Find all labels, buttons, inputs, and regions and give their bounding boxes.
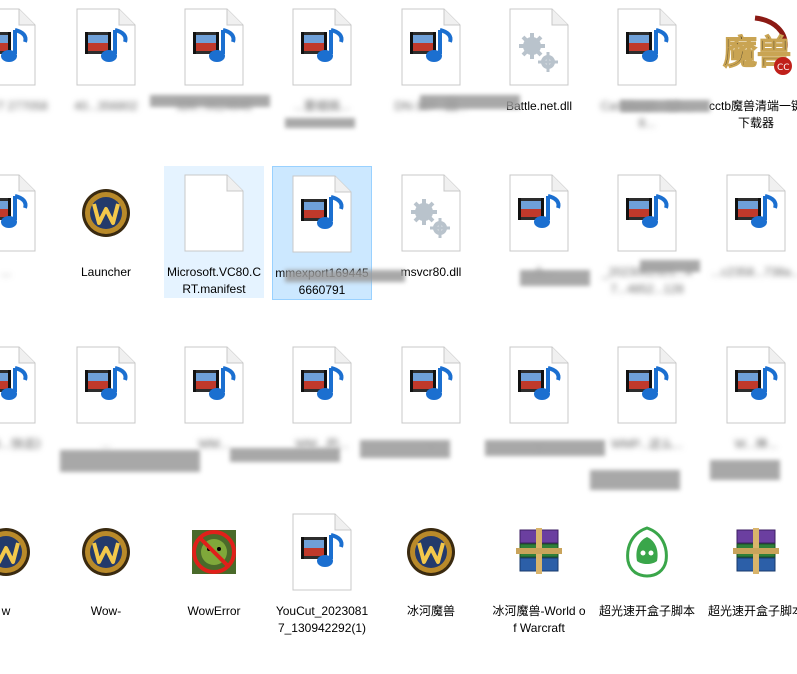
media-file-icon: [492, 166, 586, 260]
redaction-blur: [360, 440, 450, 458]
media-file-icon: [384, 338, 478, 432]
media-file-icon: [0, 338, 53, 432]
file-name: Microsoft.VC80.CRT.manifest: [166, 265, 262, 296]
file-item[interactable]: 冰河魔兽-World of Warcraft: [489, 505, 589, 637]
media-file-icon: [600, 166, 694, 260]
file-name: ...c2358...738a...: [711, 265, 797, 279]
media-file-icon: [167, 338, 261, 432]
wow-logo-icon: [59, 166, 153, 260]
file-item[interactable]: 魔兽 CC cctb魔兽清端一键下载器: [706, 0, 797, 132]
redaction-blur: [420, 95, 520, 109]
media-file-icon: [709, 338, 797, 432]
file-name: 超光速开盒子脚本: [708, 604, 797, 618]
file-name: 冰河魔兽-World of Warcraft: [492, 604, 586, 635]
file-item[interactable]: Microsoft.VC80.CRT.manifest: [164, 166, 264, 298]
green-app-icon: [600, 505, 694, 599]
media-file-icon: [275, 167, 369, 261]
file-item[interactable]: WM...: [164, 338, 264, 453]
file-name: YouCut_20230817_130942292(1): [275, 604, 369, 635]
redaction-blur: [710, 460, 780, 480]
redaction-blur: [485, 440, 605, 456]
svg-text:CC: CC: [777, 63, 790, 73]
file-name: 397277 277058: [0, 99, 48, 113]
media-file-icon: [0, 0, 53, 94]
media-file-icon: [384, 0, 478, 94]
file-name: ...: [0, 265, 11, 279]
media-file-icon: [275, 0, 369, 94]
file-item[interactable]: 超光速开盒子脚本: [597, 505, 697, 620]
file-item[interactable]: _2023052321...47...4852...128: [597, 166, 697, 298]
file-item[interactable]: 超光速开盒子脚本: [706, 505, 797, 620]
mo-xi-logo-icon: 魔兽 CC: [709, 0, 797, 94]
file-name: Wow-: [90, 604, 122, 618]
file-grid: 397277 277058 40...356802 320...0114945 …: [0, 0, 797, 674]
redaction-blur: [60, 450, 200, 472]
file-item[interactable]: WM...的...: [272, 338, 372, 453]
file-item[interactable]: W...神...: [706, 338, 797, 453]
redaction-blur: [640, 260, 700, 272]
file-name: 40...356802: [74, 99, 138, 113]
redaction-blur: [230, 448, 340, 462]
file-name: cctb魔兽清端一键下载器: [708, 99, 797, 130]
file-item[interactable]: 《一本...快适》: [0, 338, 56, 453]
file-item[interactable]: YouCut_20230817_130942292(1): [272, 505, 372, 637]
file-item[interactable]: 冰河魔兽: [381, 505, 481, 620]
file-name: WMP...这么...: [611, 437, 683, 451]
file-name: 《一本...快适》: [0, 437, 47, 451]
file-name: 冰河魔兽: [406, 604, 455, 618]
file-name: ...要细搞...: [293, 99, 350, 113]
file-item[interactable]: WowError: [164, 505, 264, 620]
wow-error-icon: [167, 505, 261, 599]
redaction-blur: [285, 270, 405, 282]
media-file-icon: [0, 166, 53, 260]
media-file-icon: [709, 166, 797, 260]
wow-logo-icon: [384, 505, 478, 599]
file-item[interactable]: Wow-: [56, 505, 156, 620]
redaction-blur: [620, 100, 710, 112]
media-file-icon: [492, 338, 586, 432]
wow-logo-icon: [59, 505, 153, 599]
wow-logo-icon: [0, 505, 53, 599]
file-name: WowError: [187, 604, 241, 618]
gear-file-icon: [492, 0, 586, 94]
media-file-icon: [59, 338, 153, 432]
media-file-icon: [275, 338, 369, 432]
file-name: w: [1, 604, 11, 618]
winrar-icon: [492, 505, 586, 599]
redaction-blur: [150, 95, 270, 107]
file-item[interactable]: ...: [489, 338, 589, 453]
redaction-blur: [285, 118, 355, 128]
file-item[interactable]: ...人...: [489, 166, 589, 281]
file-item[interactable]: Launcher: [56, 166, 156, 281]
file-item[interactable]: WMP...这么...: [597, 338, 697, 453]
file-item[interactable]: msvcr80.dll: [381, 166, 481, 281]
file-item[interactable]: ...: [381, 338, 481, 453]
file-item[interactable]: 397277 277058: [0, 0, 56, 115]
media-file-icon: [275, 505, 369, 599]
gear-file-icon: [384, 166, 478, 260]
file-name: 超光速开盒子脚本: [599, 604, 696, 618]
redaction-blur: [520, 270, 590, 286]
file-item[interactable]: ...: [0, 166, 56, 281]
media-file-icon: [600, 0, 694, 94]
file-item[interactable]: ...: [56, 338, 156, 453]
file-name: Launcher: [80, 265, 132, 279]
file-item[interactable]: w: [0, 505, 56, 620]
file-item[interactable]: 40...356802: [56, 0, 156, 115]
media-file-icon: [167, 0, 261, 94]
file-item[interactable]: ...c2358...738a...: [706, 166, 797, 281]
media-file-icon: [600, 338, 694, 432]
blank-file-icon: [167, 166, 261, 260]
media-file-icon: [59, 0, 153, 94]
file-item[interactable]: Caribbean...12-...8...: [597, 0, 697, 132]
file-name: W...神...: [734, 437, 778, 451]
file-item[interactable]: ...要细搞...: [272, 0, 372, 115]
winrar-icon: [709, 505, 797, 599]
redaction-blur: [590, 470, 680, 490]
